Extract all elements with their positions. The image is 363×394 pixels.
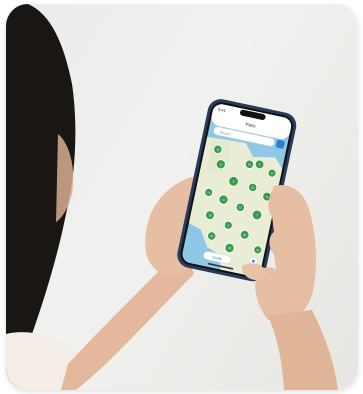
right-arm [268, 310, 338, 390]
photo-frame: 9:41 Paris Search 12 8 24 5 17 9 31 6 14… [6, 4, 358, 390]
hand-holding-phone-photo: 9:41 Paris Search 128 24 517931614112271… [6, 4, 338, 390]
